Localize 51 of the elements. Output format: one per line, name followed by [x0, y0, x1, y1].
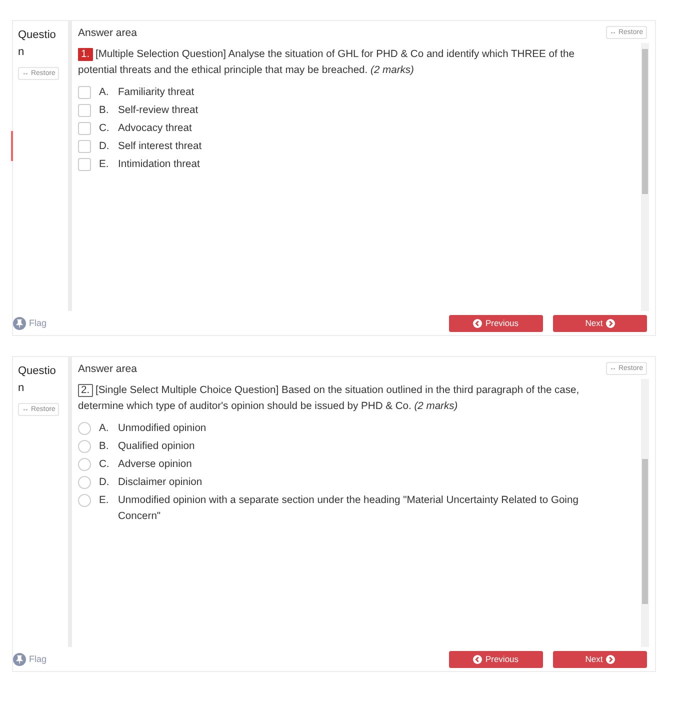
previous-button[interactable]: Previous	[449, 314, 543, 332]
scrollbar[interactable]	[641, 379, 649, 647]
chevron-left-icon	[473, 318, 482, 328]
option-text: Unmodified opinion with a separate section under the heading "Material Uncertainty Related to Going Concern"	[118, 494, 580, 524]
answer-area-label: Answer area	[78, 362, 137, 374]
question-label: Question	[18, 28, 57, 60]
option-letter: E.	[99, 158, 110, 172]
flag-button[interactable]: Flag	[13, 652, 47, 666]
question-text: 2. [Single Select Multiple Choice Question] Based on the situation outlined in the third paragraph of the case, determine which type of auditor's opinion should be issued by PHD & Co. (2 marks)	[78, 383, 580, 414]
option-text: Self-review threat	[118, 104, 200, 118]
scrollbar[interactable]	[641, 43, 649, 311]
checkbox[interactable]	[78, 104, 91, 117]
option-letter: B.	[99, 440, 110, 454]
option-letter: D.	[99, 140, 110, 154]
chevron-right-icon	[606, 654, 615, 664]
radio-button[interactable]	[78, 440, 91, 453]
next-button[interactable]: Next	[553, 314, 647, 332]
pin-icon	[13, 652, 26, 666]
checkbox[interactable]	[78, 86, 91, 99]
answer-area-label: Answer area	[78, 26, 137, 38]
option-text: Adverse opinion	[118, 458, 193, 472]
option-letter: C.	[99, 122, 110, 136]
option-letter: C.	[99, 458, 110, 472]
radio-button[interactable]	[78, 494, 91, 507]
option-letter: D.	[99, 476, 110, 490]
radio-button[interactable]	[78, 422, 91, 435]
option-text: Unmodified opinion	[118, 422, 208, 436]
option-text: Qualified opinion	[118, 440, 196, 454]
edge-marker	[11, 131, 13, 161]
option-text: Disclaimer opinion	[118, 476, 204, 490]
checkbox[interactable]	[78, 122, 91, 135]
radio-button[interactable]	[78, 458, 91, 471]
option-letter: A.	[99, 422, 110, 436]
checkbox[interactable]	[78, 140, 91, 153]
radio-button[interactable]	[78, 476, 91, 489]
option-letter: E.	[99, 494, 110, 508]
option-text: Self interest threat	[118, 140, 203, 154]
option-text: Familiarity threat	[118, 86, 196, 100]
checkbox[interactable]	[78, 158, 91, 171]
chevron-right-icon	[606, 318, 615, 328]
option-text: Intimidation threat	[118, 158, 201, 172]
flag-button[interactable]: Flag	[13, 316, 47, 330]
question-label: Question	[18, 364, 57, 396]
option-text: Advocacy threat	[118, 122, 193, 136]
option-letter: B.	[99, 104, 110, 118]
previous-button[interactable]: Previous	[449, 650, 543, 668]
next-button[interactable]: Next	[553, 650, 647, 668]
chevron-left-icon	[473, 654, 482, 664]
option-letter: A.	[99, 86, 110, 100]
pin-icon	[13, 316, 26, 330]
question-text: 1. [Multiple Selection Question] Analyse the situation of GHL for PHD & Co and identify which THREE of the potential threats and the ethical principle that may be breached. (2 marks)	[78, 47, 576, 78]
